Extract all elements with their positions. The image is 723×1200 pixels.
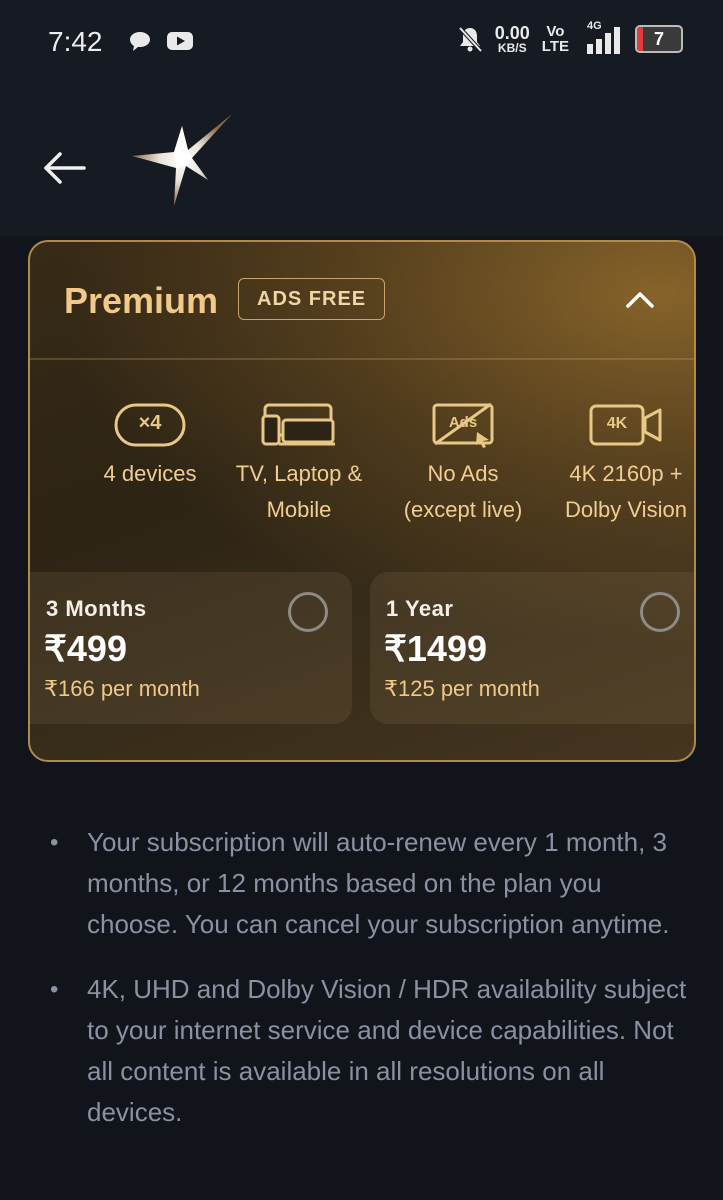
card-divider xyxy=(30,358,694,360)
radio-button[interactable] xyxy=(288,592,328,632)
plan-title: Premium xyxy=(64,280,219,321)
battery-icon: 7 xyxy=(635,25,683,53)
option-per-month: ₹125 per month xyxy=(384,676,540,701)
status-bar: 7:42 0.00 KB/S Vo LTE 4G 7 xyxy=(0,0,723,90)
back-arrow-icon[interactable] xyxy=(40,148,88,188)
feature-label: No Ads (except live) xyxy=(403,461,523,522)
option-period: 1 Year xyxy=(386,596,454,621)
silent-bell-icon xyxy=(458,26,483,53)
option-price: ₹1499 xyxy=(384,628,487,669)
option-price: ₹499 xyxy=(44,628,127,669)
4k-camera-icon: 4K xyxy=(588,402,664,448)
note-item: • 4K, UHD and Dolby Vision / HDR availab… xyxy=(50,969,690,1133)
tv-laptop-mobile-icon xyxy=(261,403,335,446)
feature-label: TV, Laptop & Mobile xyxy=(235,461,363,522)
bullet-icon: • xyxy=(50,829,59,856)
devices-x4-icon: ×4 xyxy=(114,402,186,448)
app-bar xyxy=(0,90,723,236)
option-per-month: ₹166 per month xyxy=(44,676,200,701)
no-ads-icon: Ads xyxy=(431,402,495,448)
youtube-notification-icon xyxy=(167,32,193,50)
premium-plan-card[interactable]: Premium ADS FREE ×4 4 devices TV, Laptop… xyxy=(28,240,696,762)
chevron-up-icon[interactable] xyxy=(622,282,658,318)
network-speed: 0.00 KB/S xyxy=(494,23,530,55)
feature-platforms: TV, Laptop & Mobile xyxy=(224,402,374,528)
feature-4k: 4K 4K 2160p + Dolby Vision xyxy=(548,402,694,528)
feature-label: 4 devices xyxy=(103,461,197,486)
feature-label: 4K 2160p + Dolby Vision xyxy=(565,461,687,522)
feature-devices: ×4 4 devices xyxy=(76,402,224,492)
feature-no-ads: Ads No Ads (except live) xyxy=(388,402,538,528)
subscription-notes: • Your subscription will auto-renew ever… xyxy=(50,822,690,1157)
signal-icon: 4G xyxy=(581,20,623,54)
option-period: 3 Months xyxy=(46,596,147,621)
chat-notification-icon xyxy=(130,32,150,51)
note-item: • Your subscription will auto-renew ever… xyxy=(50,822,690,945)
status-time: 7:42 xyxy=(48,26,103,57)
brand-star-logo xyxy=(132,114,232,206)
radio-button[interactable] xyxy=(640,592,680,632)
ads-free-badge: ADS FREE xyxy=(238,278,386,320)
plan-option-3-months[interactable]: 3 Months ₹499 ₹166 per month xyxy=(30,572,352,724)
plan-option-1-year[interactable]: 1 Year ₹1499 ₹125 per month xyxy=(370,572,694,724)
volte-indicator: Vo LTE xyxy=(541,23,569,55)
feature-list: ×4 4 devices TV, Laptop & Mobile Ads No … xyxy=(30,402,694,532)
bullet-icon: • xyxy=(50,976,59,1003)
